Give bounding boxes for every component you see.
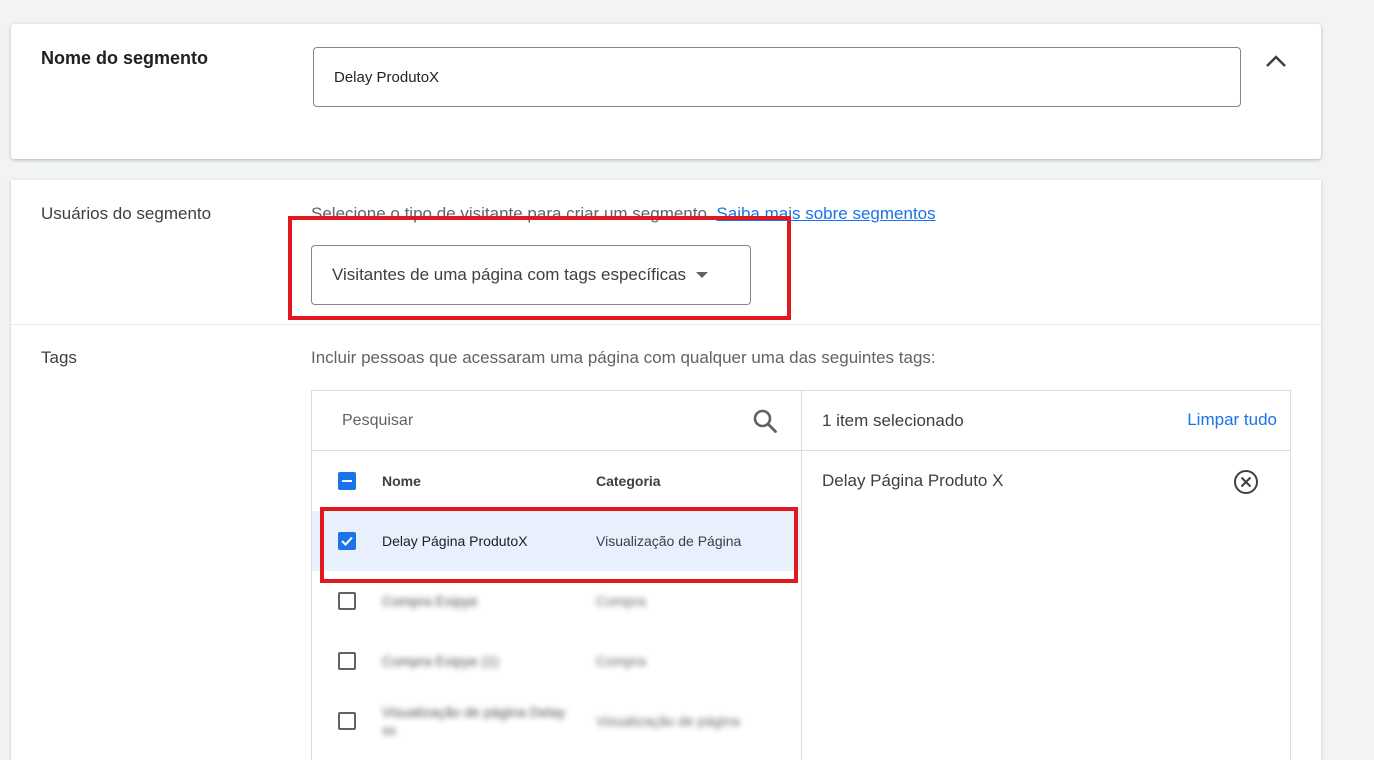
tags-label: Tags — [41, 348, 77, 367]
tags-picker: Nome Categoria Delay Página ProdutoX Vis… — [311, 390, 1291, 760]
row-name: Compra Exipye (1) — [382, 653, 499, 669]
row-checkbox[interactable] — [338, 712, 356, 730]
row-name: Compra Exipye — [382, 593, 478, 609]
table-row[interactable]: Visualização de página Delay xx Visualiz… — [312, 691, 800, 751]
segment-config-card: Usuários do segmento Selecione o tipo de… — [11, 180, 1321, 760]
segment-name-label: Nome do segmento — [41, 48, 209, 68]
table-row[interactable]: Compra Exipye (1) Compra — [312, 631, 800, 691]
row-category: Visualização de página — [596, 713, 740, 729]
clear-all-button[interactable]: Limpar tudo — [1187, 410, 1277, 430]
segment-users-description-text: Selecione o tipo de visitante para criar… — [311, 204, 712, 223]
tags-search-input[interactable] — [322, 401, 732, 441]
row-checkbox[interactable] — [338, 592, 356, 610]
column-category-header: Categoria — [596, 473, 661, 489]
select-all-checkbox[interactable] — [338, 472, 356, 490]
tags-list-pane: Nome Categoria Delay Página ProdutoX Vis… — [312, 391, 802, 760]
tags-description: Incluir pessoas que acessaram uma página… — [311, 348, 936, 367]
segment-name-input[interactable] — [313, 47, 1241, 107]
caret-down-icon — [696, 272, 709, 278]
table-row[interactable]: Compra Exipye Compra — [312, 571, 800, 631]
segment-users-label: Usuários do segmento — [41, 204, 212, 223]
tags-search-row — [312, 391, 802, 451]
visitor-type-value: Visitantes de uma página com tags especí… — [332, 265, 687, 284]
learn-more-link[interactable]: Saiba mais sobre segmentos — [716, 204, 935, 223]
visitor-type-select[interactable]: Visitantes de uma página com tags especí… — [311, 245, 751, 305]
search-icon[interactable] — [752, 408, 778, 434]
row-checkbox[interactable] — [338, 652, 356, 670]
selected-tags-header: 1 item selecionado Limpar tudo — [802, 391, 1291, 451]
tags-table-header: Nome Categoria — [312, 451, 800, 511]
segment-name-card: Nome do segmento — [11, 24, 1321, 159]
row-category: Visualização de Página — [596, 533, 742, 549]
selected-tag-item: Delay Página Produto X — [822, 471, 1004, 490]
check-icon — [341, 536, 353, 546]
row-category: Compra — [596, 593, 646, 609]
segment-users-description: Selecione o tipo de visitante para criar… — [311, 204, 936, 224]
collapse-button[interactable] — [1261, 46, 1291, 76]
section-divider — [11, 324, 1321, 325]
row-checkbox[interactable] — [338, 532, 356, 550]
selected-tags-pane: 1 item selecionado Limpar tudo Delay Pág… — [802, 391, 1291, 760]
row-category: Compra — [596, 653, 646, 669]
indeterminate-icon — [342, 480, 352, 482]
chevron-up-icon — [1266, 55, 1286, 67]
remove-circle-icon[interactable] — [1232, 468, 1260, 496]
column-name-header: Nome — [382, 473, 421, 489]
selected-count: 1 item selecionado — [822, 411, 964, 430]
row-name: Visualização de página Delay xx — [382, 704, 566, 738]
table-row[interactable]: Delay Página ProdutoX Visualização de Pá… — [312, 511, 800, 571]
row-name: Delay Página ProdutoX — [382, 533, 528, 549]
